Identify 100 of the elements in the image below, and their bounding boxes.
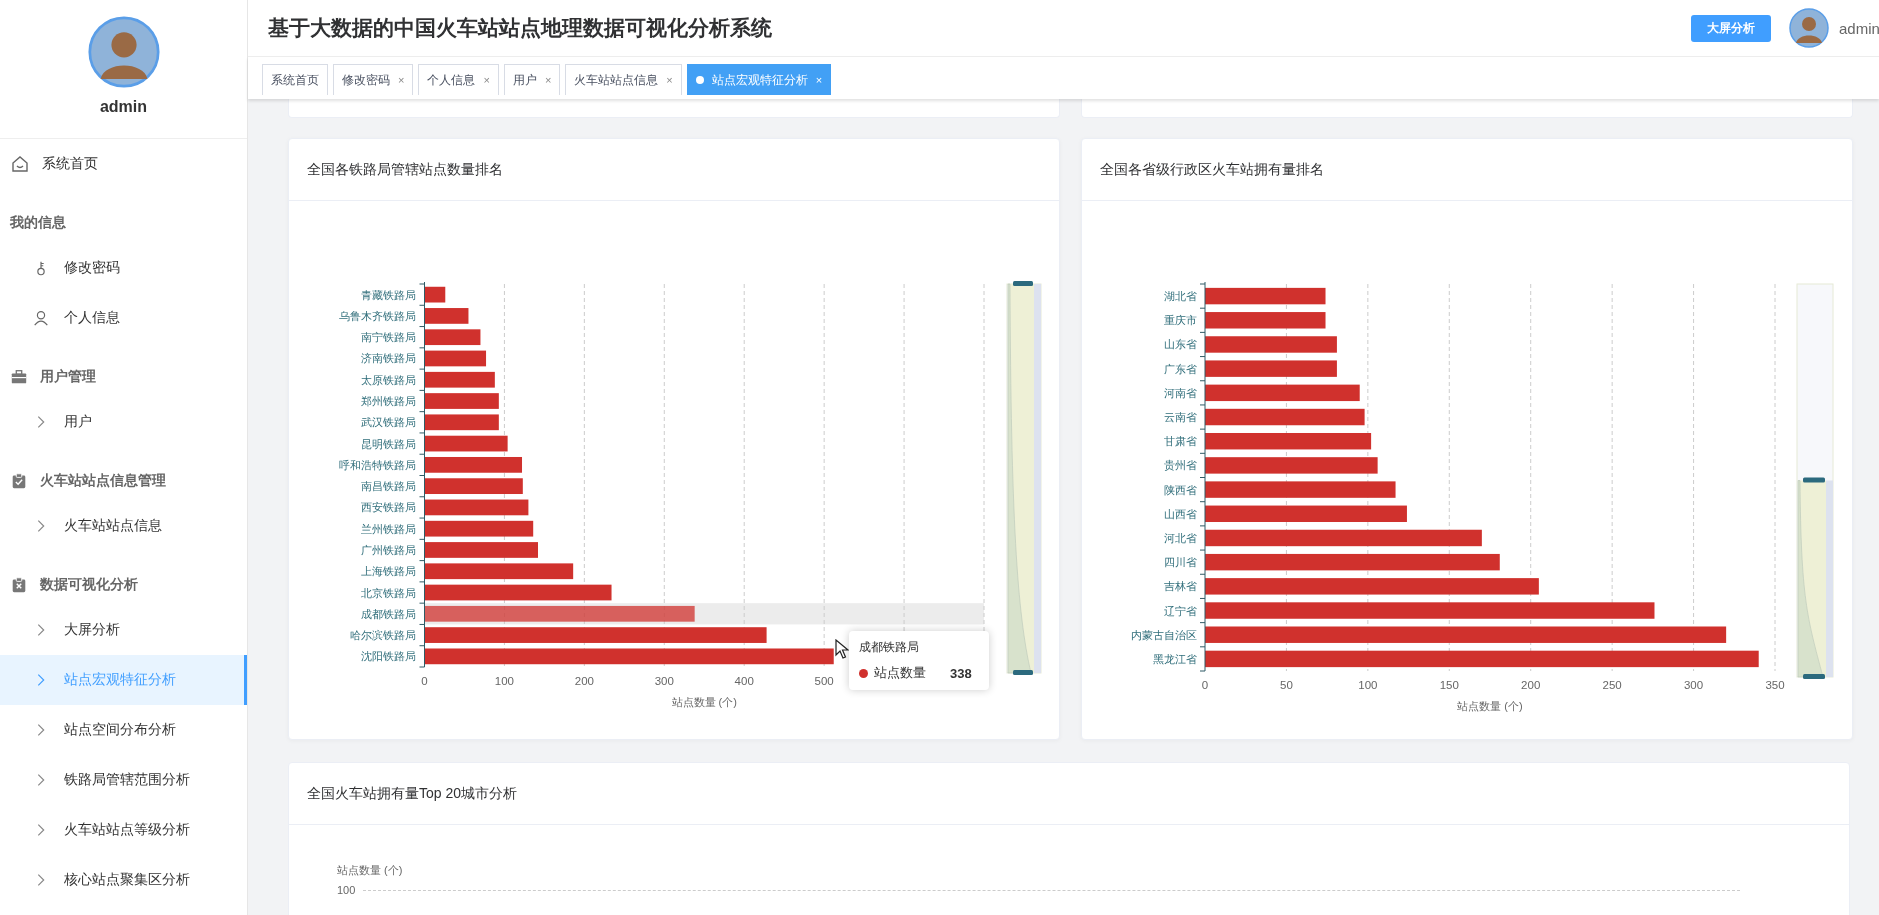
- tab[interactable]: 用户 ×: [503, 64, 561, 95]
- tick-label: 200: [574, 675, 594, 687]
- bar[interactable]: [1205, 384, 1360, 402]
- dot-icon: [695, 76, 704, 84]
- axis-label: 哈尔滨铁路局: [350, 629, 416, 642]
- axis-label: 兰州铁路局: [361, 522, 416, 535]
- axis-label: 湖北省: [1164, 290, 1197, 303]
- tooltip-value: 338: [950, 665, 972, 681]
- bar[interactable]: [424, 286, 446, 303]
- home-icon: [10, 154, 30, 174]
- series-name: 站点数量: [874, 664, 926, 682]
- axis-label: 沈阳铁路局: [361, 650, 416, 663]
- tab[interactable]: 火车站站点信息 ×: [565, 64, 682, 95]
- axis-label: 广东省: [1164, 362, 1197, 375]
- bar[interactable]: [1205, 553, 1500, 571]
- menu-item[interactable]: 火车站站点信息: [0, 501, 247, 551]
- close-icon[interactable]: ×: [544, 74, 552, 86]
- tick-label: 100: [337, 884, 356, 896]
- axis-label: 河北省: [1164, 531, 1197, 544]
- close-icon[interactable]: ×: [666, 74, 673, 86]
- tick-label: 100: [494, 675, 514, 687]
- axis-label: 山东省: [1164, 338, 1197, 351]
- tick-label: 400: [734, 675, 754, 687]
- bar[interactable]: [1205, 408, 1365, 426]
- axis-label: 黑龙江省: [1153, 652, 1197, 665]
- bar[interactable]: [1205, 505, 1407, 522]
- bar[interactable]: [1205, 650, 1759, 668]
- axis-title: 站点数量 (个): [337, 864, 403, 876]
- avatar: [1789, 8, 1829, 48]
- axis-label: 甘肃省: [1164, 435, 1197, 448]
- bar[interactable]: [424, 308, 469, 324]
- bar[interactable]: [424, 371, 495, 388]
- close-icon[interactable]: ×: [483, 74, 490, 86]
- close-icon[interactable]: ×: [398, 74, 405, 86]
- zoom-slider-drawing[interactable]: [1006, 281, 1042, 675]
- tab[interactable]: 个人信息 ×: [418, 64, 499, 95]
- menu-item[interactable]: 用户: [0, 397, 247, 447]
- axis-label: 昆明铁路局: [361, 437, 416, 450]
- bar[interactable]: [424, 414, 499, 431]
- bar[interactable]: [424, 435, 508, 452]
- menu-group-label: 数据可视化分析: [40, 576, 138, 594]
- panel-title: 全国各省级行政区火车站拥有量排名: [1100, 160, 1324, 179]
- tick-label: 250: [1602, 679, 1622, 691]
- bar[interactable]: [1205, 312, 1326, 329]
- bar[interactable]: [424, 520, 534, 537]
- axis-label: 云南省: [1164, 411, 1197, 424]
- axis-label: 呼和浩特铁路局: [339, 458, 416, 471]
- bar[interactable]: [424, 584, 612, 601]
- axis-label: 太原铁路局: [361, 373, 416, 386]
- zoom-slider-drawing[interactable]: [1796, 283, 1834, 679]
- bar[interactable]: [1205, 626, 1727, 643]
- bar[interactable]: [424, 499, 529, 516]
- bar[interactable]: [424, 329, 481, 346]
- tick-label: 150: [1439, 679, 1459, 691]
- axis-label: 陕西省: [1164, 483, 1197, 496]
- axis-title: 站点数量 (个): [671, 696, 737, 708]
- axis-label: 辽宁省: [1164, 604, 1197, 617]
- menu-item[interactable]: 修改密码: [0, 243, 247, 293]
- axis-label: 南宁铁路局: [361, 331, 416, 344]
- axis-label: 青藏铁路局: [361, 288, 416, 301]
- axis-title: 站点数量 (个): [1457, 700, 1523, 712]
- axis-label: 广州铁路局: [361, 543, 416, 556]
- tick-label: 350: [1765, 679, 1785, 691]
- menu-item[interactable]: 系统首页: [0, 139, 247, 189]
- tick-label: 0: [421, 675, 428, 687]
- clipboard-x-icon: [10, 576, 28, 594]
- menu-item[interactable]: 火车站站点等级分析: [0, 805, 247, 855]
- bar[interactable]: [1205, 287, 1326, 305]
- menu-item[interactable]: 站点空间分布分析: [0, 705, 247, 755]
- menu-item[interactable]: 铁路局管辖范围分析: [0, 755, 247, 805]
- bar[interactable]: [424, 648, 834, 665]
- tick-label: 0: [1201, 679, 1209, 691]
- user-name[interactable]: admin: [1839, 19, 1879, 37]
- tab[interactable]: 修改密码 ×: [333, 64, 414, 95]
- axis-label: 北京铁路局: [361, 586, 416, 599]
- axis-label: 山西省: [1164, 507, 1197, 520]
- bar[interactable]: [424, 350, 487, 367]
- menu-item[interactable]: 大屏分析: [0, 605, 247, 655]
- tick-label: 300: [654, 675, 674, 687]
- tick-label: 50: [1280, 679, 1293, 691]
- menu-group-label: 火车站站点信息管理: [40, 472, 166, 490]
- axis-label: 郑州铁路局: [361, 395, 416, 408]
- legend-dot: [859, 668, 868, 678]
- bar[interactable]: [424, 563, 574, 580]
- briefcase-icon: [10, 368, 28, 386]
- clipboard-check-icon: [10, 472, 28, 490]
- menu-item[interactable]: 核心站点聚集区分析: [0, 855, 247, 905]
- menu-item[interactable]: 个人信息: [0, 293, 247, 343]
- bar[interactable]: [1205, 529, 1482, 547]
- tick-label: 300: [1684, 679, 1704, 691]
- axis-label: 南昌铁路局: [361, 480, 416, 493]
- axis-label: 重庆市: [1164, 314, 1197, 327]
- axis-label: 内蒙古自治区: [1131, 628, 1197, 641]
- axis-label: 成都铁路局: [361, 607, 416, 620]
- axis-label: 济南铁路局: [361, 352, 416, 365]
- tab[interactable]: 系统首页: [262, 64, 328, 95]
- axis-label: 河南省: [1164, 386, 1197, 399]
- tick-label: 100: [1358, 679, 1378, 691]
- bar[interactable]: [1205, 433, 1372, 450]
- axis-label: 四川省: [1164, 556, 1197, 569]
